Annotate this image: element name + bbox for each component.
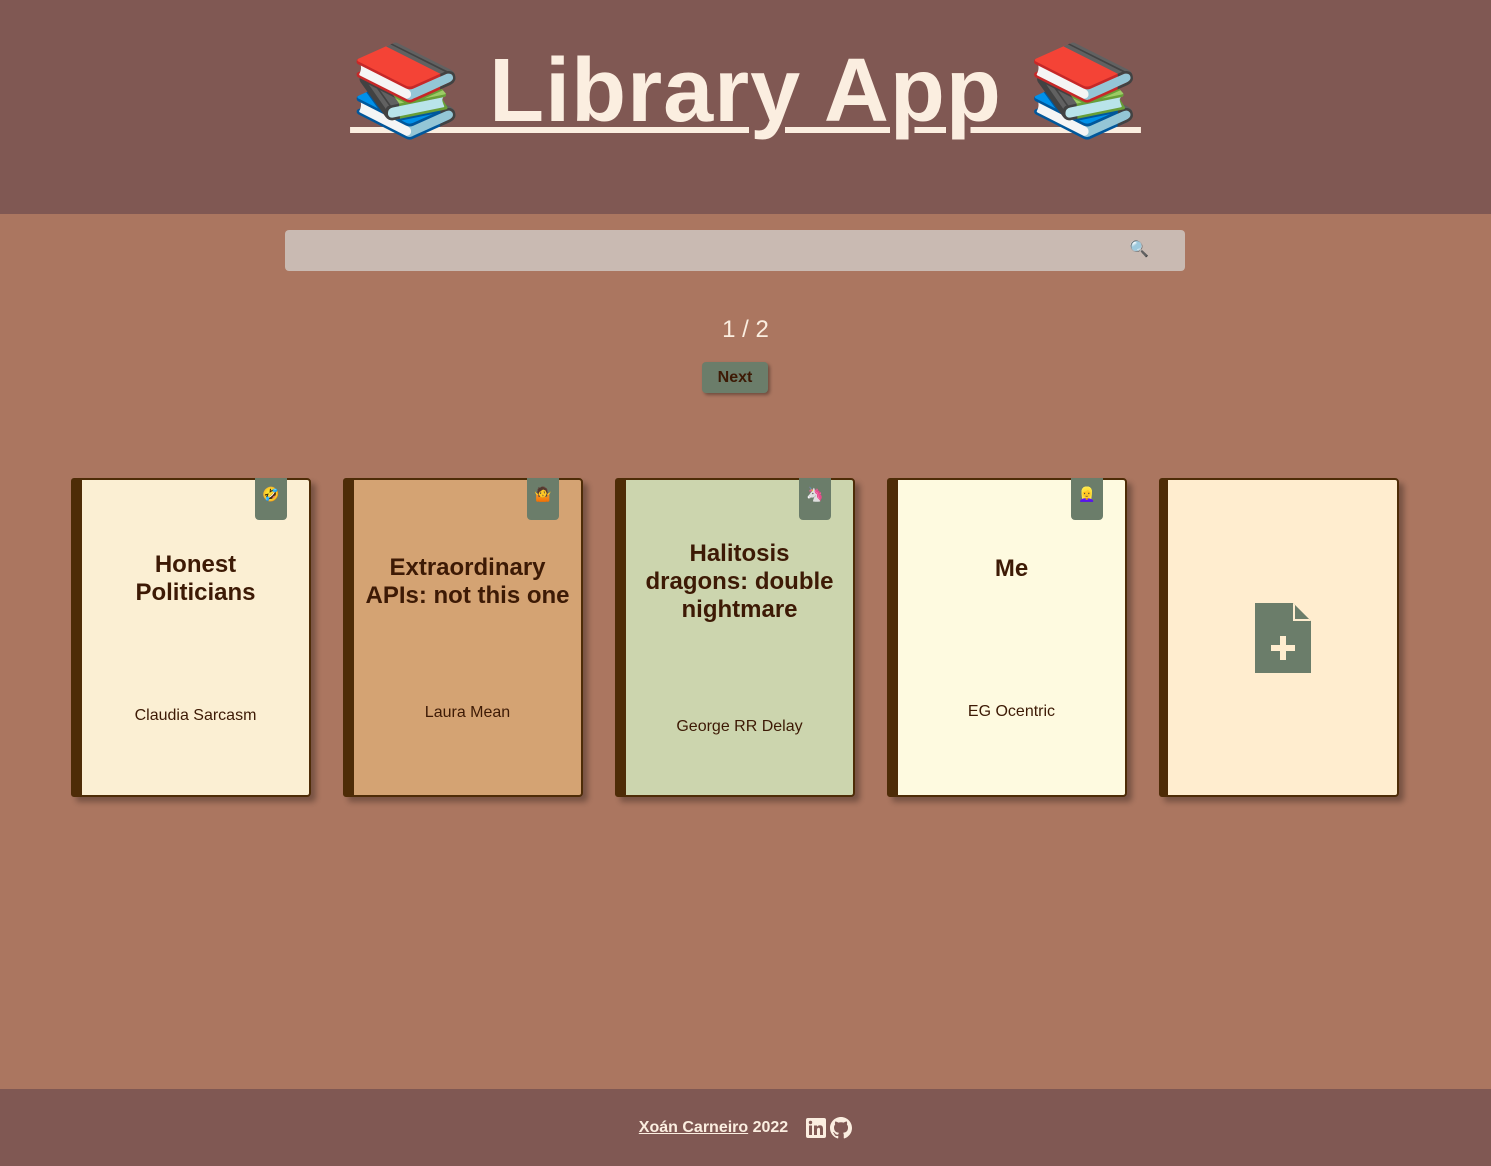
- search-bar: 🔍: [285, 230, 1185, 271]
- linkedin-icon[interactable]: [806, 1117, 827, 1138]
- header: 📚 Library App 📚: [0, 0, 1491, 214]
- book-card[interactable]: 🦄 Halitosis dragons: double nightmare Ge…: [615, 478, 855, 797]
- add-book-card[interactable]: [1159, 478, 1399, 797]
- book-tag-icon: 👱‍♀️: [1071, 478, 1103, 520]
- book-author: George RR Delay: [676, 717, 803, 735]
- book-title: Honest Politicians: [135, 550, 256, 606]
- book-title: Extraordinary APIs: not this one: [365, 553, 570, 609]
- book-author: Claudia Sarcasm: [134, 706, 257, 724]
- book-card[interactable]: 🤷 Extraordinary APIs: not this one Laura…: [343, 478, 583, 797]
- book-author: Laura Mean: [424, 703, 511, 721]
- github-icon[interactable]: [830, 1116, 853, 1139]
- app-title-link[interactable]: 📚 Library App 📚: [350, 41, 1141, 141]
- book-tag-icon: 🤷: [527, 478, 559, 520]
- footer: Xoán Carneiro 2022: [0, 1089, 1491, 1166]
- book-title: Me: [994, 554, 1029, 582]
- next-page-button[interactable]: Next: [702, 362, 768, 393]
- author-link[interactable]: Xoán Carneiro: [639, 1119, 748, 1137]
- search-icon[interactable]: 🔍: [1129, 239, 1149, 259]
- footer-year: 2022: [752, 1118, 789, 1136]
- book-card[interactable]: 👱‍♀️ Me EG Ocentric: [887, 478, 1127, 797]
- book-tag-icon: 🤣: [255, 478, 287, 520]
- page-indicator: 1 / 2: [722, 316, 769, 343]
- add-file-icon: [1254, 602, 1311, 673]
- book-author: EG Ocentric: [967, 702, 1056, 720]
- search-input[interactable]: [285, 230, 1137, 271]
- book-tag-icon: 🦄: [799, 478, 831, 520]
- book-title: Halitosis dragons: double nightmare: [645, 539, 834, 623]
- book-card[interactable]: 🤣 Honest Politicians Claudia Sarcasm: [71, 478, 311, 797]
